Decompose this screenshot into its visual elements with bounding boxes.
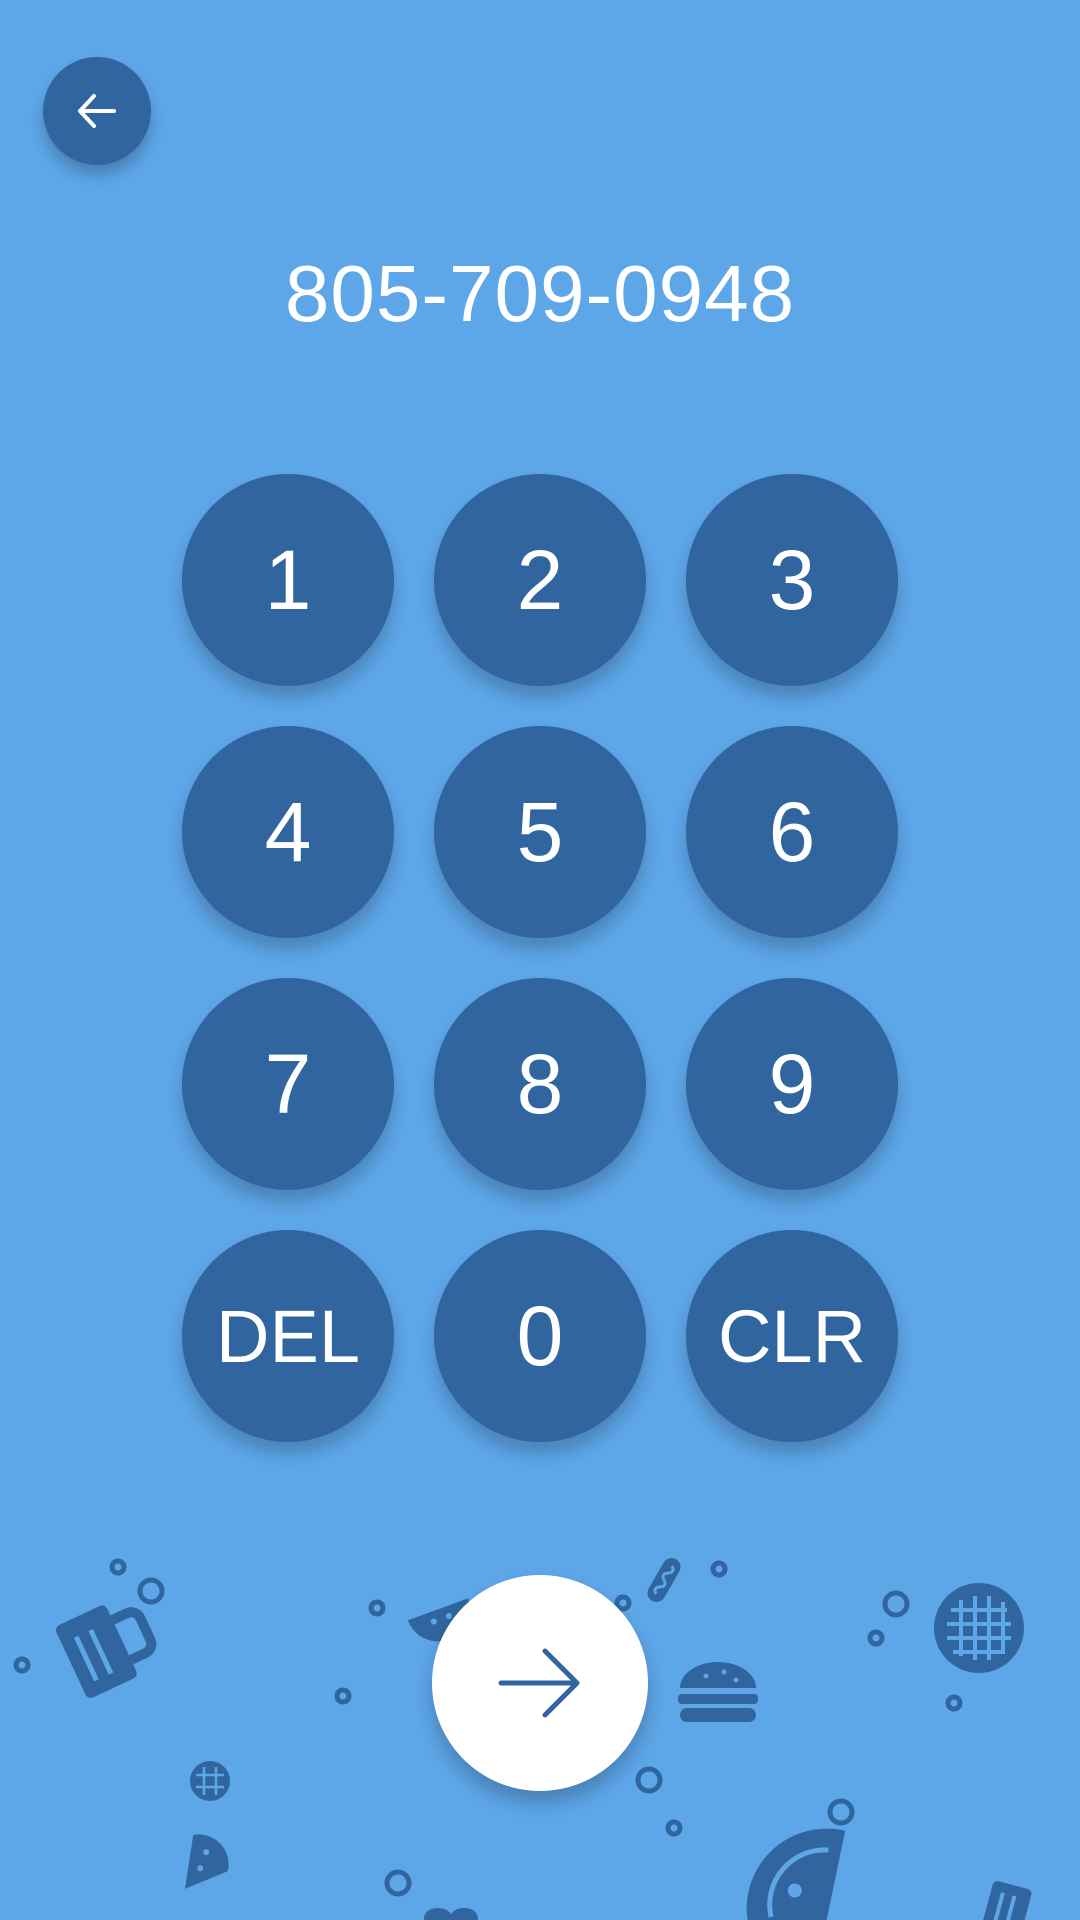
beer-mug-icon — [56, 1605, 157, 1698]
key-8[interactable]: 8 — [434, 978, 646, 1190]
small-mug-icon — [982, 1881, 1032, 1920]
key-1[interactable]: 1 — [182, 474, 394, 686]
key-5[interactable]: 5 — [434, 726, 646, 938]
key-2[interactable]: 2 — [434, 474, 646, 686]
key-4[interactable]: 4 — [182, 726, 394, 938]
bottom-food-icon — [424, 1908, 478, 1920]
key-7[interactable]: 7 — [182, 978, 394, 1190]
key-6[interactable]: 6 — [686, 726, 898, 938]
hotdog-icon — [647, 1558, 681, 1602]
large-pizza-icon — [746, 1828, 846, 1920]
delete-button[interactable]: DEL — [182, 1230, 394, 1442]
small-waffle-icon — [190, 1761, 230, 1801]
key-3[interactable]: 3 — [686, 474, 898, 686]
submit-button[interactable] — [432, 1575, 648, 1791]
waffle-icon — [934, 1583, 1024, 1673]
burger-icon — [678, 1662, 758, 1722]
arrow-right-icon — [498, 1648, 580, 1718]
key-9[interactable]: 9 — [686, 978, 898, 1190]
pizza-slice-icon — [184, 1834, 229, 1889]
key-0[interactable]: 0 — [434, 1230, 646, 1442]
clear-button[interactable]: CLR — [686, 1230, 898, 1442]
